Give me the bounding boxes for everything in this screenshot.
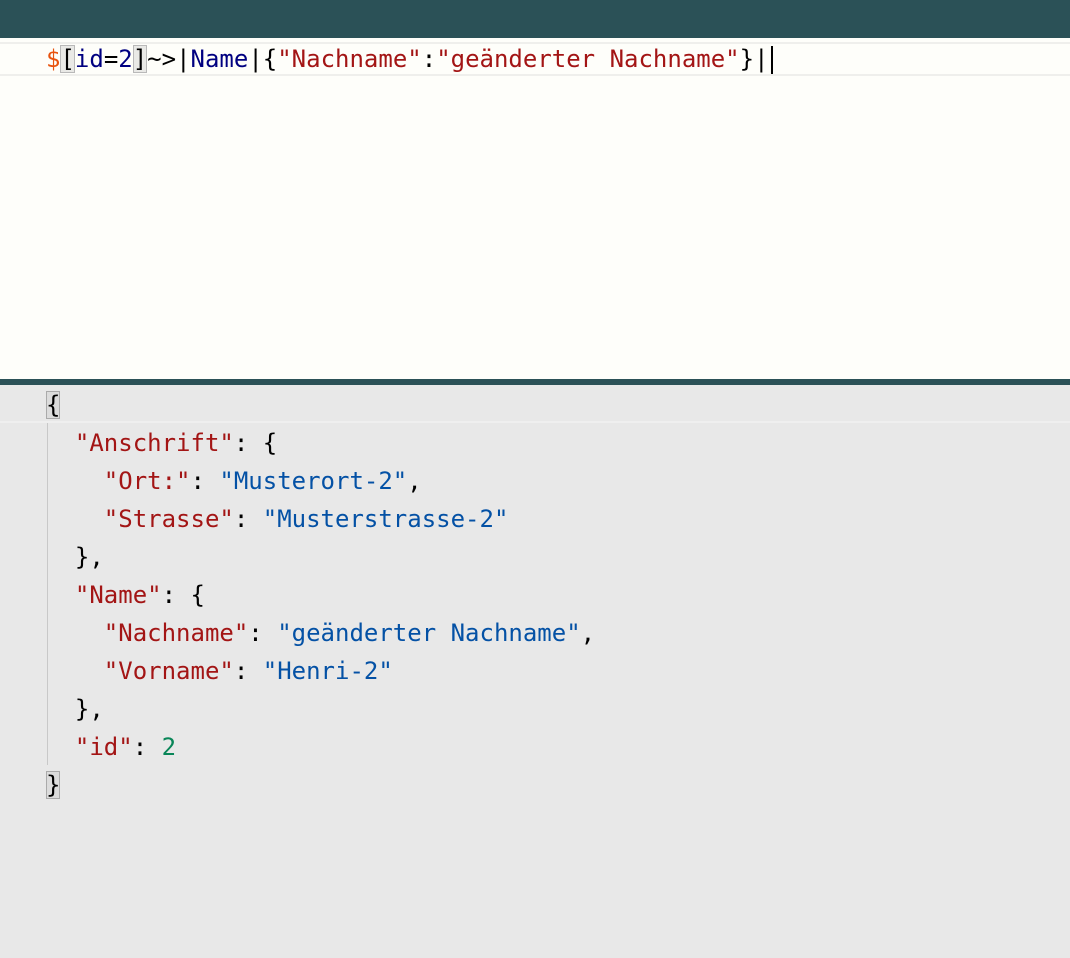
json-punctuation: }, xyxy=(74,543,104,571)
json-key: "Vorname" xyxy=(103,657,234,685)
query-editor[interactable]: $[id=2]~>|Name|{"Nachname":"geänderter N… xyxy=(0,38,1070,379)
json-separator: : xyxy=(233,429,263,457)
json-line: }, xyxy=(46,538,595,576)
query-filter-field: id xyxy=(74,45,104,73)
json-key: "Strasse" xyxy=(103,505,234,533)
json-punctuation: { xyxy=(262,429,278,457)
json-separator: : xyxy=(132,733,162,761)
json-punctuation: , xyxy=(407,467,422,495)
json-separator: : xyxy=(161,581,191,609)
query-open-bracket: [ xyxy=(60,45,75,73)
query-open-brace: { xyxy=(262,45,278,73)
json-separator: : xyxy=(233,505,263,533)
app-root: $[id=2]~>|Name|{"Nachname":"geänderter N… xyxy=(0,0,1070,958)
query-transform-operator: ~> xyxy=(147,45,177,73)
json-punctuation: }, xyxy=(74,695,104,723)
query-pipe: | xyxy=(176,45,191,73)
json-value: "geänderter Nachname" xyxy=(277,619,581,647)
json-line: "Ort:": "Musterort-2", xyxy=(46,462,595,500)
query-object-key: "Nachname" xyxy=(277,45,422,73)
query-root-token: $ xyxy=(46,45,61,73)
query-close-brace: } xyxy=(739,45,755,73)
query-colon: : xyxy=(421,45,437,73)
json-key: "Anschrift" xyxy=(74,429,234,457)
top-bar xyxy=(0,0,1070,38)
json-value: "Musterstrasse-2" xyxy=(262,505,509,533)
json-key: "Ort:" xyxy=(103,467,191,495)
text-cursor xyxy=(770,46,773,74)
json-line: { xyxy=(46,386,595,424)
json-value: 2 xyxy=(161,733,177,761)
json-value: "Musterort-2" xyxy=(219,467,408,495)
json-matched-brace: } xyxy=(46,771,61,799)
json-line: "Vorname": "Henri-2" xyxy=(46,652,595,690)
json-key: "id" xyxy=(74,733,133,761)
query-filter-value: 2 xyxy=(118,45,133,73)
json-line: "Nachname": "geänderter Nachname", xyxy=(46,614,595,652)
query-object-value: "geänderter Nachname" xyxy=(436,45,740,73)
json-line: "Anschrift": { xyxy=(46,424,595,462)
query-pipe: | xyxy=(754,45,769,73)
json-key: "Nachname" xyxy=(103,619,249,647)
json-punctuation: { xyxy=(190,581,205,609)
json-punctuation: , xyxy=(580,619,596,647)
result-panel[interactable]: { "Anschrift": { "Ort:": "Musterort-2", … xyxy=(0,385,1070,958)
json-line: "Strasse": "Musterstrasse-2" xyxy=(46,500,595,538)
json-line: } xyxy=(46,766,595,804)
json-value: "Henri-2" xyxy=(262,657,393,685)
json-matched-brace: { xyxy=(46,391,61,419)
json-line: "id": 2 xyxy=(46,728,595,766)
json-separator: : xyxy=(248,619,278,647)
query-path: Name xyxy=(190,45,249,73)
json-line: "Name": { xyxy=(46,576,595,614)
json-result: { "Anschrift": { "Ort:": "Musterort-2", … xyxy=(46,386,595,804)
json-separator: : xyxy=(190,467,220,495)
query-line[interactable]: $[id=2]~>|Name|{"Nachname":"geänderter N… xyxy=(46,43,773,75)
json-line: }, xyxy=(46,690,595,728)
json-key: "Name" xyxy=(74,581,162,609)
query-filter-operator: = xyxy=(103,45,119,73)
json-separator: : xyxy=(233,657,263,685)
query-pipe: | xyxy=(248,45,263,73)
query-close-bracket: ] xyxy=(132,45,148,73)
